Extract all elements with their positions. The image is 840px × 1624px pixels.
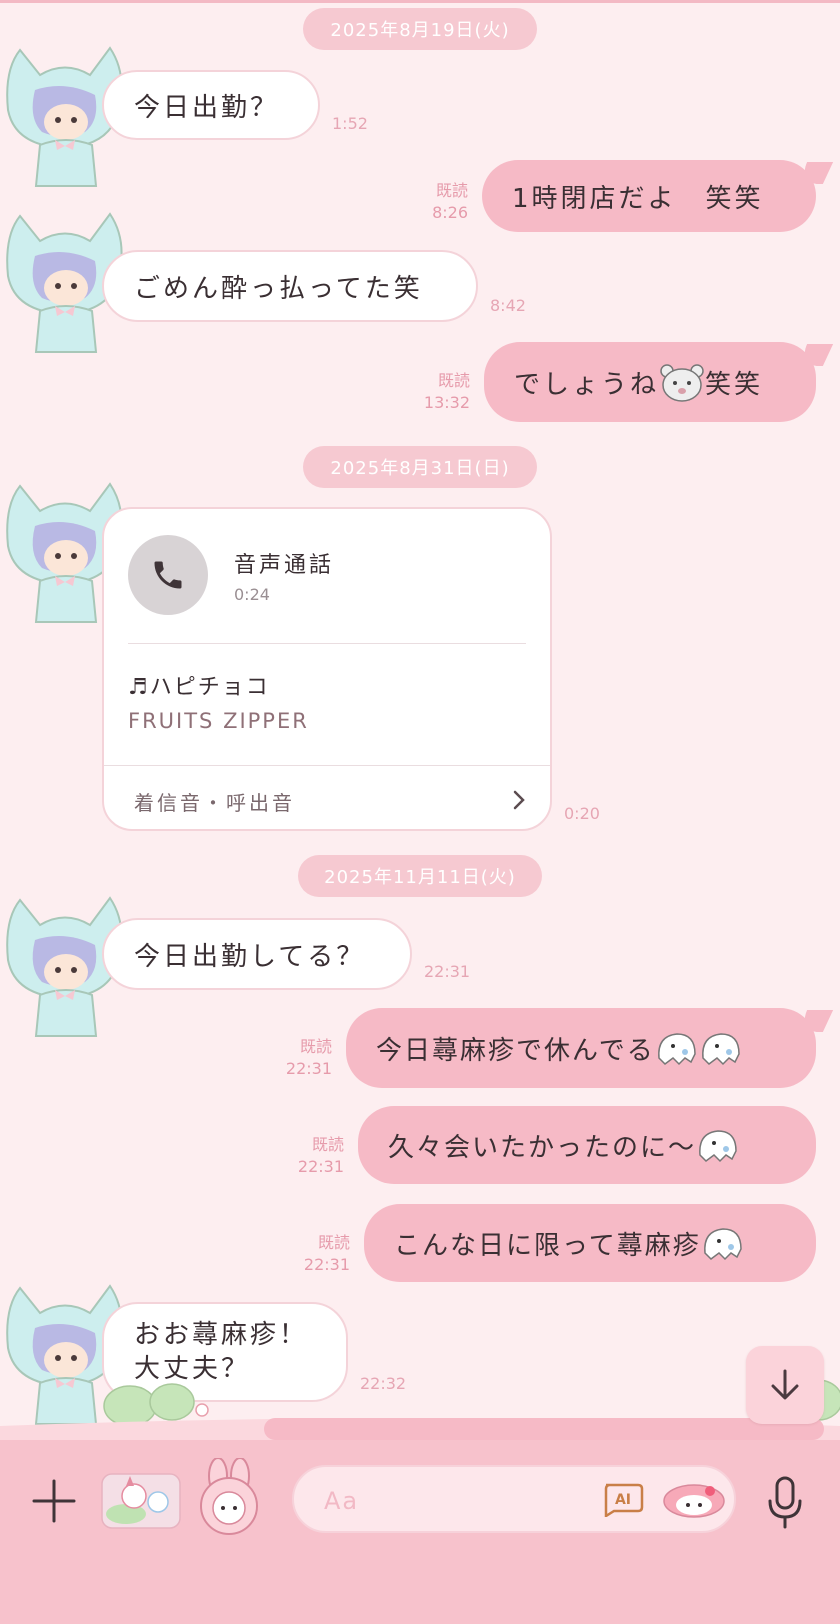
message-text: 今日出勤？ — [134, 92, 280, 123]
bear-emoji-icon — [660, 364, 704, 402]
message-meta: 既読 13:32 — [400, 370, 470, 414]
message-time: 0:20 — [564, 804, 600, 823]
message-time: 22:31 — [297, 1157, 344, 1176]
message-bubble-outgoing[interactable]: 今日蕁麻疹で休んでる — [346, 1008, 816, 1088]
message-text: でしょうね — [514, 369, 660, 400]
message-meta: 既読 22:31 — [288, 1232, 350, 1276]
ghost-emoji-icon — [699, 1130, 737, 1163]
message-meta: 既読 22:31 — [270, 1036, 332, 1080]
top-border — [0, 0, 840, 3]
divider — [128, 643, 526, 644]
ai-label: AI — [615, 1492, 631, 1508]
message-bubble-incoming[interactable]: 今日出勤してる？ — [102, 918, 412, 990]
microphone-icon[interactable] — [766, 1475, 804, 1531]
message-text: 笑笑 — [705, 369, 764, 400]
message-meta: 既読 22:31 — [280, 1134, 344, 1178]
message-meta: 既読 8:26 — [400, 180, 468, 224]
ringtone-song: ♬ハピチョコ — [128, 675, 270, 700]
phone-icon — [154, 561, 182, 589]
message-time: 13:32 — [423, 393, 470, 412]
message-text: 今日蕁麻疹で休んでる — [376, 1035, 655, 1066]
read-receipt: 既読 — [435, 181, 468, 200]
message-time: 22:31 — [285, 1059, 332, 1078]
read-receipt: 既読 — [317, 1233, 350, 1252]
message-time: 8:42 — [490, 296, 526, 315]
emoji-button[interactable] — [662, 1479, 726, 1519]
plus-icon[interactable] — [30, 1477, 78, 1525]
message-text: 久々会いたかったのに〜 — [388, 1132, 697, 1163]
date-separator: 2025年8月19日(火) — [303, 8, 537, 50]
voice-call-card[interactable]: 音声通話 0:24 ♬ハピチョコ FRUITS ZIPPER 着信音・呼出音 — [102, 507, 552, 831]
message-text: 1時閉店だよ 笑笑 — [512, 183, 764, 214]
message-text: こんな日に限って蕁麻疹 — [394, 1230, 701, 1261]
message-time: 8:26 — [432, 203, 468, 222]
call-duration: 0:24 — [234, 585, 270, 604]
date-separator: 2025年11月11日(火) — [298, 855, 542, 897]
message-bubble-outgoing[interactable]: 1時閉店だよ 笑笑 — [482, 160, 816, 232]
message-bubble-incoming[interactable]: 今日出勤？ — [102, 70, 320, 140]
scroll-to-bottom-button[interactable] — [746, 1346, 824, 1424]
message-bubble-outgoing[interactable]: 久々会いたかったのに〜 — [358, 1106, 816, 1184]
ringtone-artist: FRUITS ZIPPER — [128, 709, 309, 733]
ai-assist-button[interactable]: AI — [600, 1481, 644, 1517]
read-receipt: 既読 — [311, 1135, 344, 1154]
message-time: 22:31 — [424, 962, 471, 981]
message-input[interactable]: Aa AI — [292, 1465, 736, 1533]
decorative-ground — [0, 1380, 840, 1440]
read-receipt: 既読 — [299, 1037, 332, 1056]
message-time: 1:52 — [332, 114, 368, 133]
message-text: 今日出勤してる？ — [134, 941, 366, 972]
message-text: ごめん酔っ払ってた笑 — [134, 273, 423, 304]
chevron-right-icon[interactable] — [510, 789, 528, 811]
ghost-emoji-icon — [657, 1033, 740, 1066]
divider — [104, 765, 550, 766]
ringtone-link[interactable]: 着信音・呼出音 — [134, 787, 295, 816]
call-icon-circle — [128, 535, 208, 615]
message-bubble-outgoing[interactable]: こんな日に限って蕁麻疹 — [364, 1204, 816, 1282]
input-placeholder: Aa — [324, 1487, 360, 1515]
read-receipt: 既読 — [437, 371, 470, 390]
message-bubble-outgoing[interactable]: でしょうね 笑笑 — [484, 342, 816, 422]
music-note-icon: ♬ — [128, 675, 150, 700]
sticker-pack-button[interactable] — [100, 1470, 182, 1532]
ghost-emoji-icon — [703, 1228, 742, 1261]
message-text-line: おお蕁麻疹！ — [134, 1320, 309, 1350]
message-time: 22:31 — [303, 1255, 350, 1274]
melody-sticker-button[interactable] — [196, 1458, 262, 1538]
date-separator: 2025年8月31日(日) — [303, 446, 537, 488]
call-title: 音声通話 — [234, 553, 335, 578]
message-bubble-incoming[interactable]: ごめん酔っ払ってた笑 — [102, 250, 478, 322]
arrow-down-icon — [771, 1369, 799, 1400]
